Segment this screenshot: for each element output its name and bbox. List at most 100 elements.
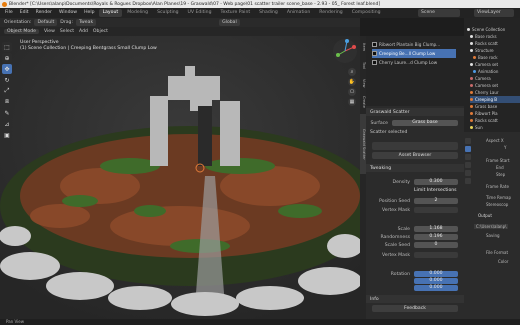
object-tab-icon[interactable] bbox=[465, 178, 471, 184]
position-seed-field[interactable]: 2 bbox=[414, 198, 458, 204]
outliner-item[interactable]: Ribwort Pla bbox=[470, 110, 520, 117]
menu-render[interactable]: Render bbox=[33, 9, 55, 17]
outliner-item[interactable]: Scene Collection bbox=[467, 26, 520, 33]
panel-header[interactable]: Graswald Scatter bbox=[366, 108, 464, 116]
outliner-label: Camera set bbox=[475, 82, 499, 88]
tab-sculpting[interactable]: Sculpting bbox=[153, 9, 182, 17]
tab-texture-paint[interactable]: Texture Paint bbox=[217, 9, 255, 17]
scale-tool-icon[interactable]: ⤢ bbox=[2, 86, 12, 96]
density-field[interactable]: 0.300 bbox=[414, 179, 458, 185]
outliner-item[interactable]: Sun bbox=[470, 124, 520, 131]
color-label: Color bbox=[498, 259, 509, 264]
outliner-item[interactable]: Structure bbox=[470, 47, 520, 54]
cursor-tool-icon[interactable]: ⊕ bbox=[2, 53, 12, 63]
outliner-item[interactable]: Rocks scatt bbox=[470, 40, 520, 47]
zoom-icon[interactable]: ⌕ bbox=[348, 68, 356, 76]
outliner-item[interactable]: Camera set bbox=[470, 61, 520, 68]
render-tab-icon[interactable] bbox=[465, 138, 471, 144]
outliner-item[interactable]: Rocks scatt bbox=[470, 117, 520, 124]
scale-field[interactable]: 1.168 bbox=[414, 226, 458, 232]
vertex-mask-2-field[interactable] bbox=[414, 252, 458, 258]
outliner-label: Base rock bbox=[478, 54, 498, 60]
asset-checkbox[interactable] bbox=[372, 51, 377, 56]
mesh-icon bbox=[473, 55, 476, 59]
tab-compositing[interactable]: Compositing bbox=[348, 9, 385, 17]
menu-view[interactable]: View bbox=[44, 29, 55, 34]
properties-editor: Aspect X Y Frame Start End Step Frame Ra… bbox=[464, 132, 520, 319]
scene-selector[interactable]: Scene bbox=[418, 9, 460, 17]
graswald-panel: Graswald Scatter Surface Grass base Scat… bbox=[366, 106, 464, 319]
select-tool-icon[interactable]: ⬚ bbox=[2, 42, 12, 52]
limit-intersections-checkbox[interactable]: Limit Intersections bbox=[414, 188, 458, 194]
annotate-tool-icon[interactable]: ✎ bbox=[2, 108, 12, 118]
scale-seed-field[interactable]: 0 bbox=[414, 242, 458, 248]
outliner-item[interactable]: Base rocks bbox=[470, 33, 520, 40]
tab-uv-editing[interactable]: UV Editing bbox=[184, 9, 216, 17]
scene-tab-icon[interactable] bbox=[465, 162, 471, 168]
outliner-item[interactable]: Camera bbox=[470, 75, 520, 82]
aspect-x-label: Aspect X bbox=[486, 138, 504, 143]
asset-browser-button[interactable]: Asset Browser bbox=[372, 152, 458, 159]
time-remap-label[interactable]: Time Remap bbox=[486, 195, 511, 200]
frame-start-label: Frame Start bbox=[486, 158, 510, 163]
drag-dropdown[interactable]: Tweak bbox=[76, 19, 97, 26]
menu-select[interactable]: Select bbox=[60, 29, 74, 34]
outliner-item[interactable]: Animation bbox=[473, 68, 520, 75]
outliner-label: Creeping B bbox=[475, 96, 498, 102]
frame-end-label: End bbox=[496, 165, 504, 170]
info-header[interactable]: Info bbox=[366, 295, 464, 303]
randomness-field[interactable]: 0.196 bbox=[414, 234, 458, 240]
asset-item[interactable]: Creeping Be...ll Clump Low bbox=[372, 49, 456, 58]
navigation-gizmo-icon[interactable] bbox=[332, 38, 358, 64]
view-layer-tab-icon[interactable] bbox=[465, 154, 471, 160]
saving-label: Saving bbox=[486, 233, 500, 238]
asset-item[interactable]: Cherry Laure...d Clump Low bbox=[372, 58, 456, 67]
asset-item[interactable]: Ribwort Plantain Big Clump... bbox=[372, 40, 456, 49]
tab-animation[interactable]: Animation bbox=[283, 9, 314, 17]
vertex-mask-field[interactable] bbox=[414, 207, 458, 213]
stereoscopy-label[interactable]: Stereoscop bbox=[486, 202, 508, 207]
measure-tool-icon[interactable]: ⊿ bbox=[2, 119, 12, 129]
outliner-item[interactable]: Creeping B bbox=[470, 96, 520, 103]
move-tool-icon[interactable]: ✥ bbox=[2, 64, 12, 74]
menu-add[interactable]: Add bbox=[79, 29, 88, 34]
add-cube-tool-icon[interactable]: ▣ bbox=[2, 130, 12, 140]
menu-help[interactable]: Help bbox=[81, 9, 97, 17]
menu-file[interactable]: File bbox=[2, 9, 16, 17]
outliner-item[interactable]: Camera set bbox=[470, 82, 520, 89]
transform-orientation-dropdown[interactable]: Global bbox=[219, 19, 240, 26]
view-layer-selector[interactable]: ViewLayer bbox=[474, 9, 514, 17]
output-header[interactable]: Output bbox=[478, 213, 492, 218]
camera-view-icon[interactable]: ⎔ bbox=[348, 88, 356, 96]
surface-field[interactable]: Grass base bbox=[392, 120, 458, 126]
outliner-item[interactable]: Grass base bbox=[470, 103, 520, 110]
asset-checkbox[interactable] bbox=[372, 42, 377, 47]
outliner-item[interactable]: Base rock bbox=[473, 54, 520, 61]
transform-tool-icon[interactable]: ⧈ bbox=[2, 97, 12, 107]
density-label: Density bbox=[392, 179, 410, 185]
pan-icon[interactable]: ✋ bbox=[348, 78, 356, 86]
outliner-label: Ribwort Pla bbox=[475, 110, 498, 116]
tab-shading[interactable]: Shading bbox=[255, 9, 282, 17]
tab-layout[interactable]: Layout bbox=[98, 9, 123, 17]
tab-rendering[interactable]: Rendering bbox=[315, 9, 346, 17]
asset-checkbox[interactable] bbox=[372, 60, 377, 65]
menu-object[interactable]: Object bbox=[93, 29, 108, 34]
rotation-z-field[interactable]: 0.000 bbox=[414, 285, 458, 291]
tab-modeling[interactable]: Modeling bbox=[123, 9, 152, 17]
light-icon bbox=[470, 125, 473, 129]
outliner-item[interactable]: Cherry Laur bbox=[470, 89, 520, 96]
3d-viewport[interactable] bbox=[0, 36, 360, 319]
rotate-tool-icon[interactable]: ↻ bbox=[2, 75, 12, 85]
output-tab-icon[interactable] bbox=[465, 146, 471, 152]
camera-icon bbox=[470, 76, 473, 80]
mode-dropdown[interactable]: Object Mode bbox=[4, 29, 39, 34]
orientation-dropdown[interactable]: Default bbox=[34, 19, 58, 26]
tweaking-header[interactable]: Tweaking bbox=[366, 164, 464, 172]
perspective-toggle-icon[interactable]: ▦ bbox=[348, 98, 356, 106]
feedback-button[interactable]: Feedback bbox=[372, 305, 458, 312]
output-path-field[interactable]: C:\Users\alanp\ bbox=[474, 224, 509, 229]
menu-window[interactable]: Window bbox=[56, 9, 80, 17]
menu-edit[interactable]: Edit bbox=[17, 9, 32, 17]
world-tab-icon[interactable] bbox=[465, 170, 471, 176]
